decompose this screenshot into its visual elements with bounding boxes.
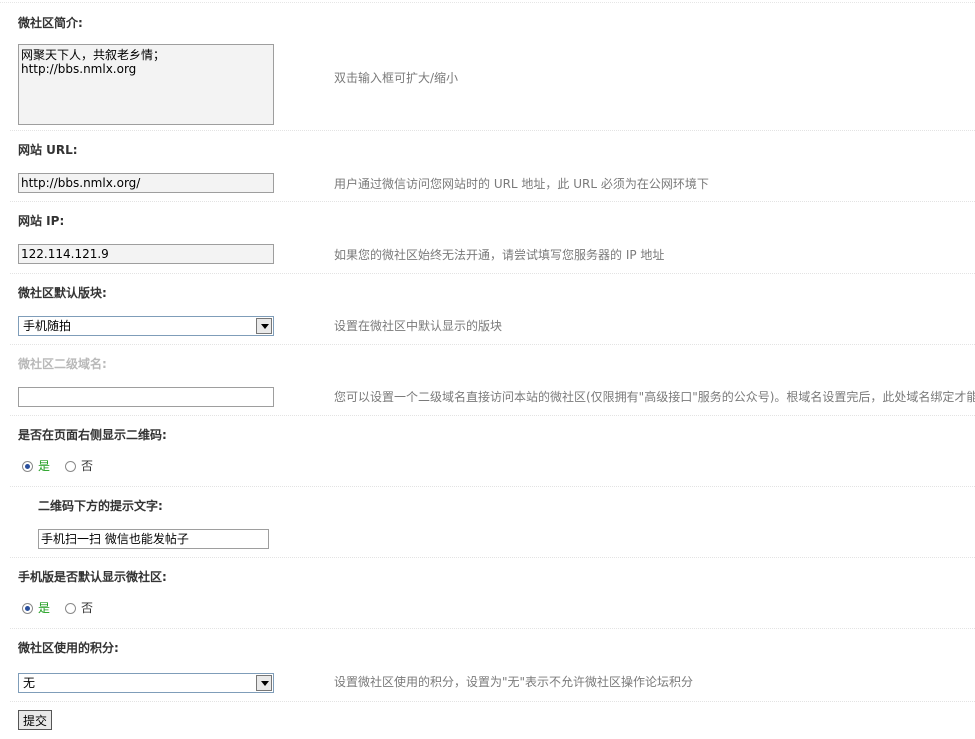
site-ip-tip: 如果您的微社区始终无法开通，请尝试填写您服务器的 IP 地址	[334, 248, 665, 262]
divider	[10, 701, 975, 702]
site-url-label: 网站 URL:	[18, 143, 78, 157]
qrcode-text-label: 二维码下方的提示文字:	[38, 499, 163, 513]
divider	[10, 415, 975, 416]
divider	[10, 273, 975, 274]
divider	[10, 557, 975, 558]
top-divider	[0, 2, 975, 3]
mobile-default-no-radio[interactable]	[65, 603, 77, 614]
divider	[10, 201, 975, 202]
mobile-default-yes-radio[interactable]	[22, 603, 33, 614]
default-board-select[interactable]: 手机随拍	[18, 316, 274, 336]
show-qrcode-yes-label[interactable]: 是	[38, 459, 50, 473]
chevron-down-icon[interactable]	[256, 675, 272, 691]
show-qrcode-yes-radio[interactable]	[22, 461, 33, 472]
intro-textarea[interactable]: 网聚天下人，共叙老乡情； http://bbs.nmlx.org	[18, 44, 274, 125]
show-qrcode-label: 是否在页面右侧显示二维码:	[18, 428, 167, 442]
credits-select[interactable]: 无	[18, 673, 274, 693]
site-url-input[interactable]: http://bbs.nmlx.org/	[18, 173, 274, 193]
intro-label: 微社区简介:	[18, 16, 83, 30]
show-qrcode-no-label[interactable]: 否	[81, 459, 93, 473]
default-board-tip: 设置在微社区中默认显示的版块	[334, 319, 503, 333]
show-qrcode-radio-group: 是否	[22, 457, 93, 474]
subdomain-tip: 您可以设置一个二级域名直接访问本站的微社区(仅限拥有"高级接口"服务的公众号)。…	[334, 390, 975, 404]
subdomain-label: 微社区二级域名:	[18, 357, 107, 371]
qrcode-text-input[interactable]: 手机扫一扫 微信也能发帖子	[38, 529, 269, 549]
chevron-down-icon[interactable]	[256, 318, 272, 334]
submit-button[interactable]: 提交	[18, 710, 53, 730]
subdomain-input[interactable]	[18, 387, 274, 407]
default-board-label: 微社区默认版块:	[18, 286, 107, 300]
mobile-default-radio-group: 是否	[22, 599, 93, 616]
credits-tip: 设置微社区使用的积分，设置为"无"表示不允许微社区操作论坛积分	[334, 675, 694, 689]
divider	[10, 628, 975, 629]
divider	[10, 130, 975, 131]
divider	[10, 344, 975, 345]
divider	[10, 486, 975, 487]
mobile-default-label: 手机版是否默认显示微社区:	[18, 570, 167, 584]
show-qrcode-no-radio[interactable]	[65, 461, 77, 472]
site-ip-label: 网站 IP:	[18, 214, 65, 228]
site-ip-input[interactable]: 122.114.121.9	[18, 244, 274, 264]
credits-value: 无	[23, 676, 36, 690]
mobile-default-yes-label[interactable]: 是	[38, 601, 50, 615]
mobile-default-no-label[interactable]: 否	[81, 601, 93, 615]
site-url-tip: 用户通过微信访问您网站时的 URL 地址，此 URL 必须为在公网环境下	[334, 177, 709, 191]
default-board-value: 手机随拍	[23, 319, 72, 333]
credits-label: 微社区使用的积分:	[18, 641, 119, 655]
intro-tip: 双击输入框可扩大/缩小	[334, 71, 459, 85]
